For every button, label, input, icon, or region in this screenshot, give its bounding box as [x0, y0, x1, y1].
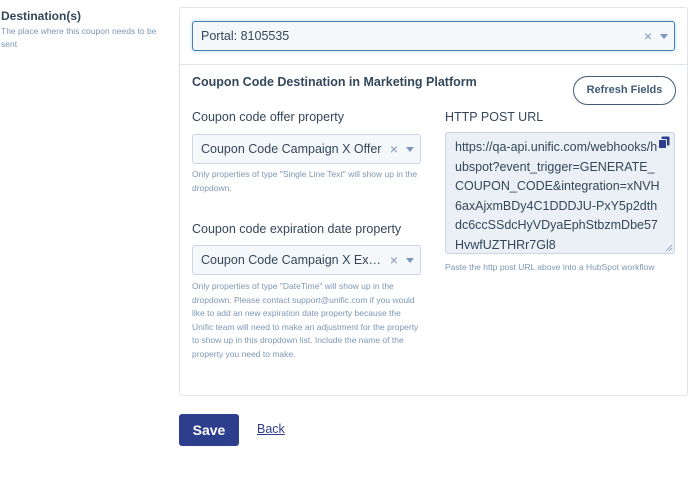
clear-icon[interactable]: × [644, 28, 652, 44]
portal-select[interactable]: Portal: 8105535 × [192, 21, 675, 51]
expiration-property-label: Coupon code expiration date property [192, 222, 402, 236]
offer-property-label: Coupon code offer property [192, 110, 344, 124]
expiration-property-select[interactable]: Coupon Code Campaign X Expiration Date × [192, 245, 421, 275]
http-post-url-label: HTTP POST URL [445, 110, 544, 124]
destination-description: The place where this coupon needs to be … [1, 26, 157, 49]
save-button[interactable]: Save [179, 414, 239, 446]
section-divider [180, 64, 687, 65]
offer-property-help: Only properties of type "Single Line Tex… [192, 169, 418, 193]
copy-icon[interactable] [658, 136, 670, 149]
section-title: Coupon Code Destination in Marketing Pla… [192, 75, 477, 89]
http-post-url-help: Paste the http post URL above into a Hub… [445, 262, 655, 272]
destination-title: Destination(s) [1, 9, 82, 23]
resize-grip-icon[interactable] [665, 244, 673, 252]
refresh-fields-button[interactable]: Refresh Fields [573, 76, 676, 105]
back-link[interactable]: Back [257, 422, 285, 436]
destination-panel: Portal: 8105535 × Coupon Code Destinatio… [179, 7, 688, 396]
chevron-down-icon[interactable] [660, 34, 668, 39]
offer-property-value: Coupon Code Campaign X Offer [201, 142, 382, 156]
chevron-down-icon[interactable] [406, 147, 414, 152]
http-post-url-text: https://qa-api.unific.com/webhooks/hubsp… [455, 140, 660, 252]
expiration-property-value: Coupon Code Campaign X Expiration Date [201, 253, 386, 267]
destination-label-block: Destination(s) The place where this coup… [1, 9, 161, 51]
portal-select-value: Portal: 8105535 [201, 29, 290, 43]
chevron-down-icon[interactable] [406, 258, 414, 263]
http-post-url-field[interactable]: https://qa-api.unific.com/webhooks/hubsp… [445, 132, 675, 254]
clear-icon[interactable]: × [390, 252, 398, 268]
offer-property-select[interactable]: Coupon Code Campaign X Offer × [192, 134, 421, 164]
clear-icon[interactable]: × [390, 141, 398, 157]
expiration-property-help: Only properties of type "DateTime" will … [192, 281, 419, 359]
